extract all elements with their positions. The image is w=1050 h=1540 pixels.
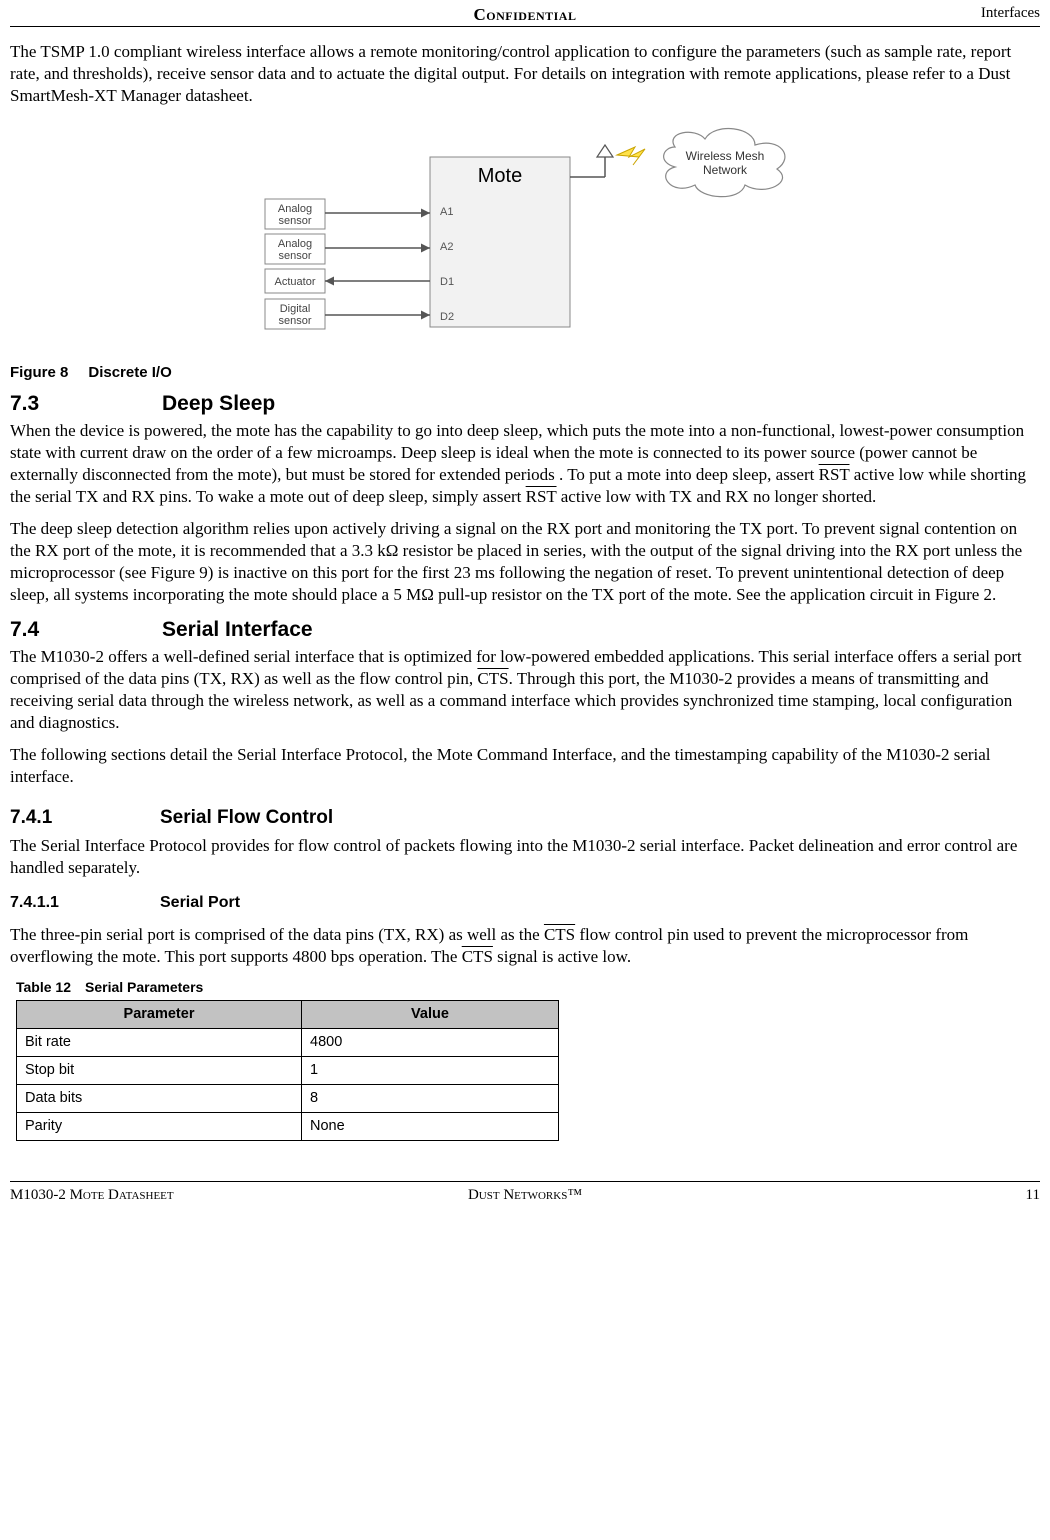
svg-text:sensor: sensor <box>278 315 311 327</box>
svg-text:Digital: Digital <box>280 303 311 315</box>
serial-p1: The M1030-2 offers a well-defined serial… <box>10 646 1040 734</box>
header-confidential: Confidential <box>474 4 577 26</box>
page-header: Confidential Interfaces <box>10 0 1040 27</box>
svg-text:Network: Network <box>703 163 748 177</box>
deep-sleep-p1: When the device is powered, the mote has… <box>10 420 1040 508</box>
svg-text:Wireless Mesh: Wireless Mesh <box>686 149 765 163</box>
table-number: Table 12 <box>16 978 71 996</box>
heading-7-4-1-1: 7.4.1.1 Serial Port <box>10 893 1040 914</box>
cts-signal: CTS <box>462 947 493 966</box>
table-row: ParityNone <box>17 1112 559 1140</box>
svg-text:Analog: Analog <box>278 238 312 250</box>
svg-text:D1: D1 <box>440 276 454 288</box>
deep-sleep-p2: The deep sleep detection algorithm relie… <box>10 518 1040 606</box>
figure-number: Figure 8 <box>10 363 68 383</box>
heading-7-3: 7.3 Deep Sleep <box>10 390 1040 417</box>
svg-text:A1: A1 <box>440 206 453 218</box>
table-12-caption: Table 12 Serial Parameters <box>16 978 1040 996</box>
header-section: Interfaces <box>981 4 1040 24</box>
cts-signal: CTS <box>544 925 575 944</box>
flow-control-p1: The Serial Interface Protocol provides f… <box>10 835 1040 879</box>
cts-signal: CTS <box>477 669 508 688</box>
footer-center: Dust Networks™ <box>468 1186 582 1206</box>
rst-signal: RST <box>819 465 850 484</box>
svg-text:D2: D2 <box>440 311 454 323</box>
figure-title: Discrete I/O <box>88 363 171 383</box>
svg-text:Analog: Analog <box>278 203 312 215</box>
figure-8-caption: Figure 8 Discrete I/O <box>10 363 1040 383</box>
figure-8-diagram: Mote A1 A2 D1 D2 Analog sensor Analog se… <box>10 127 1040 353</box>
svg-text:A2: A2 <box>440 241 453 253</box>
footer-page-number: 11 <box>1026 1186 1040 1206</box>
serial-p2: The following sections detail the Serial… <box>10 744 1040 788</box>
table-row: Stop bit1 <box>17 1057 559 1085</box>
svg-text:sensor: sensor <box>278 250 311 262</box>
table-row: Data bits8 <box>17 1084 559 1112</box>
svg-text:sensor: sensor <box>278 215 311 227</box>
table-row: Bit rate4800 <box>17 1029 559 1057</box>
rst-signal: RST <box>526 487 557 506</box>
col-value: Value <box>302 1001 559 1029</box>
heading-7-4: 7.4 Serial Interface <box>10 616 1040 643</box>
serial-port-p1: The three-pin serial port is comprised o… <box>10 924 1040 968</box>
svg-text:Actuator: Actuator <box>275 276 316 288</box>
footer-left: M1030-2 Mote Datasheet <box>10 1186 174 1206</box>
heading-7-4-1: 7.4.1 Serial Flow Control <box>10 806 1040 831</box>
table-title: Serial Parameters <box>85 978 203 996</box>
col-parameter: Parameter <box>17 1001 302 1029</box>
serial-parameters-table: Parameter Value Bit rate4800 Stop bit1 D… <box>16 1000 559 1140</box>
intro-paragraph: The TSMP 1.0 compliant wireless interfac… <box>10 41 1040 107</box>
page-footer: M1030-2 Mote Datasheet Dust Networks™ 11 <box>10 1181 1040 1206</box>
mote-label: Mote <box>478 165 522 187</box>
